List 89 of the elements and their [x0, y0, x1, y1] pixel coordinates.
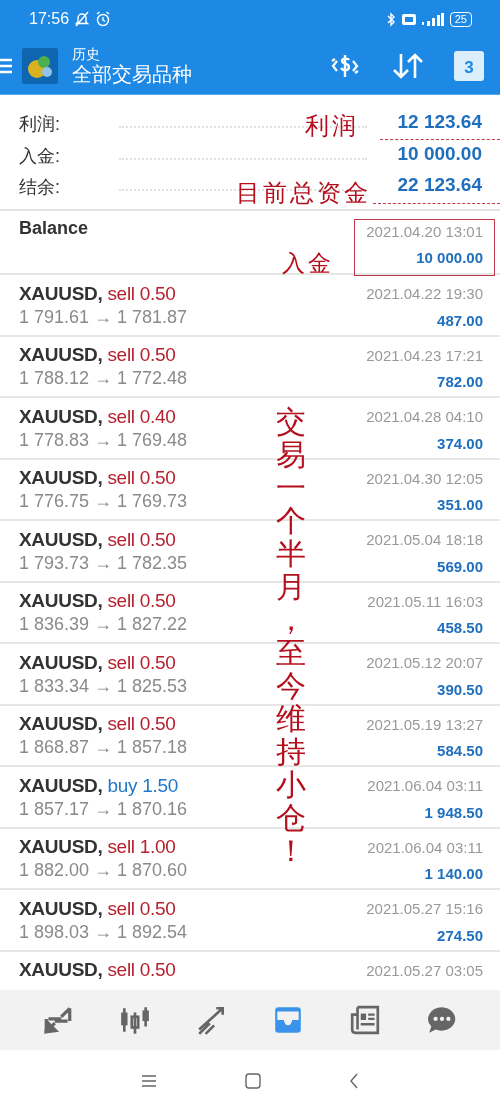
price-range: 1 793.73 → 1 782.35 — [19, 552, 188, 575]
summary-value: 12 123.64 — [397, 111, 482, 135]
order-side-volume: sell 0.50 — [107, 467, 176, 490]
annotation-text: 交易一个半月，至今维持小仓！ — [276, 405, 306, 867]
price-range: 1 788.12 → 1 772.48 — [19, 368, 188, 391]
symbol-name: XAUUSD, — [19, 282, 103, 305]
deal-time: 2021.04.28 04:10 — [366, 408, 483, 426]
deal-profit: 1 140.00 — [423, 865, 483, 883]
price-range: 1 791.61 → 1 781.87 — [19, 306, 188, 329]
price-range: 1 868.87 → 1 857.18 — [19, 737, 188, 760]
deal-time: 2021.04.22 19:30 — [366, 285, 483, 303]
order-side-volume: sell 0.50 — [107, 344, 176, 367]
clock-time: 17:56 — [29, 10, 70, 28]
back-icon[interactable] — [349, 1072, 359, 1089]
deal-profit: 458.50 — [436, 619, 483, 637]
symbol-name: XAUUSD, — [19, 713, 103, 736]
annotation-text: 利润 — [305, 111, 359, 142]
deal-time: 2021.06.04 03:11 — [367, 777, 483, 795]
order-side-volume: sell 0.50 — [107, 651, 176, 674]
price-range: 1 836.39 → 1 827.22 — [19, 614, 188, 637]
symbol-name: XAUUSD, — [19, 774, 103, 797]
price-range: 1 776.75 → 1 769.73 — [19, 491, 188, 514]
price-range: 1 898.03 → 1 892.54 — [19, 921, 188, 944]
bell-off-icon — [75, 11, 90, 27]
order-side-volume: sell 0.50 — [107, 282, 176, 305]
price-range: 1 833.34 → 1 825.53 — [19, 675, 188, 698]
order-side-volume: sell 0.50 — [107, 713, 176, 736]
order-side-volume: sell 0.50 — [107, 959, 176, 982]
symbol-name: XAUUSD, — [19, 651, 103, 674]
balance-label: Balance — [19, 218, 90, 240]
deal-time: 2021.04.30 12:05 — [366, 469, 483, 487]
summary-label: 结余: — [19, 176, 61, 199]
deal-profit: 569.00 — [436, 557, 483, 575]
deal-profit: 487.00 — [436, 311, 483, 329]
chat-bubble-icon[interactable] — [425, 1004, 458, 1036]
order-side-volume: buy 1.50 — [107, 774, 178, 797]
deal-time: 2021.05.27 03:05 — [366, 961, 483, 979]
annotation-text: 目前总资金 — [236, 178, 371, 209]
deal-time: 2021.05.19 13:27 — [366, 715, 483, 733]
recents-icon[interactable] — [141, 1073, 157, 1088]
deal-profit: 374.00 — [436, 434, 483, 452]
alarm-icon — [95, 11, 112, 27]
bluetooth-icon — [386, 11, 396, 27]
screen-title: 历史 — [72, 46, 101, 63]
deal-profit: 390.50 — [436, 680, 483, 698]
menu-icon[interactable] — [0, 58, 12, 74]
deal-time: 2021.04.23 17:21 — [366, 346, 483, 364]
symbol-name: XAUUSD, — [19, 344, 103, 367]
symbol-name: XAUUSD, — [19, 467, 103, 490]
deal-time: 2021.04.20 13:01 — [366, 222, 483, 240]
symbol-name: XAUUSD, — [19, 405, 103, 428]
deal-amount: 10 000.00 — [415, 249, 483, 266]
deal-time: 2021.05.11 16:03 — [367, 592, 483, 610]
price-range: 1 857.17 → 1 870.16 — [19, 798, 188, 821]
order-side-volume: sell 0.50 — [107, 897, 176, 920]
symbol-name: XAUUSD, — [19, 528, 103, 551]
candlestick-icon[interactable] — [119, 1004, 151, 1036]
deal-time: 2021.05.12 20:07 — [366, 654, 483, 672]
annotation-text: 入金 — [282, 249, 334, 278]
order-side-volume: sell 0.40 — [107, 405, 176, 428]
deal-time: 2021.05.04 18:18 — [366, 531, 483, 549]
deal-time: 2021.05.27 15:16 — [366, 900, 483, 918]
signal-icon — [421, 12, 444, 26]
calendar-button[interactable]: 3 — [454, 51, 484, 81]
symbol-name: XAUUSD, — [19, 897, 103, 920]
deal-time: 2021.06.04 03:11 — [367, 838, 483, 856]
price-range: 1 778.83 → 1 769.48 — [19, 429, 188, 452]
order-side-volume: sell 1.00 — [107, 836, 176, 859]
order-side-volume: sell 0.50 — [107, 528, 176, 551]
home-icon[interactable] — [245, 1072, 261, 1089]
newspaper-icon[interactable] — [348, 1004, 381, 1036]
deal-profit: 782.00 — [436, 373, 483, 391]
symbol-name: XAUUSD, — [19, 959, 103, 982]
deal-profit: 351.00 — [436, 496, 483, 514]
deal-profit: 274.50 — [436, 926, 483, 944]
sort-icon[interactable] — [392, 52, 424, 80]
summary-value: 10 000.00 — [397, 142, 482, 166]
symbol-name: XAUUSD, — [19, 590, 103, 613]
price-range: 1 882.00 → 1 870.60 — [19, 860, 188, 883]
deal-profit: 1 948.50 — [423, 803, 483, 821]
app-logo-icon — [22, 48, 58, 84]
symbol-filter[interactable]: 全部交易品种 — [72, 62, 192, 86]
battery-icon: 25 — [449, 11, 472, 27]
summary-label: 利润: — [19, 113, 61, 137]
order-side-volume: sell 0.50 — [107, 590, 176, 613]
symbol-name: XAUUSD, — [19, 836, 103, 859]
summary-label: 入金: — [19, 144, 61, 168]
deal-profit: 584.50 — [436, 742, 483, 760]
summary-value: 22 123.64 — [397, 174, 482, 197]
